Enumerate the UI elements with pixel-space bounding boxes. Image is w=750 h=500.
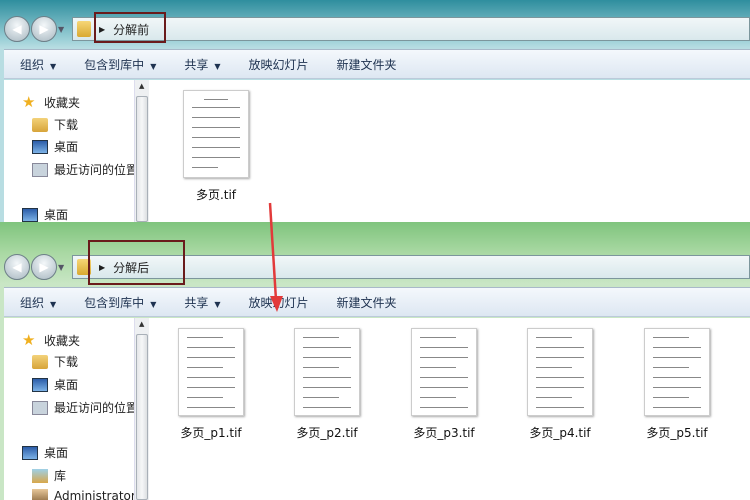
red-arrow [268,202,283,312]
